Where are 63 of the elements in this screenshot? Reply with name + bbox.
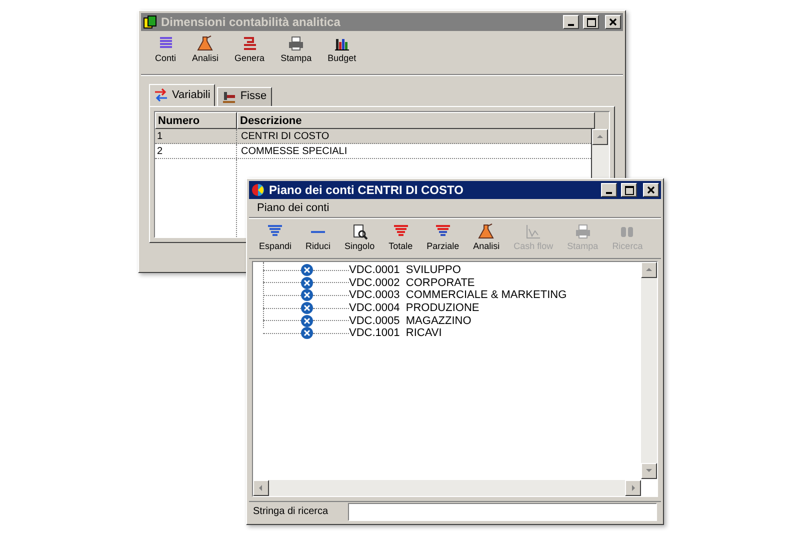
printer-icon (574, 223, 592, 240)
toolbar-button[interactable]: Totale (386, 223, 415, 254)
close-icon (609, 18, 617, 26)
scroll-button[interactable] (625, 480, 641, 496)
tool-icon (222, 90, 236, 104)
toolbar-button[interactable]: Espandi (257, 223, 294, 254)
tab[interactable]: Fisse (217, 86, 272, 106)
minimize-button[interactable] (563, 15, 579, 29)
scrollbar[interactable] (641, 262, 657, 479)
node-icon (301, 327, 313, 340)
maximize-icon (586, 18, 596, 26)
tree-item[interactable]: VDC.0005 MAGAZZINO (349, 314, 472, 327)
toolbar-button[interactable]: Stampa (278, 35, 314, 66)
close-button[interactable] (643, 183, 659, 197)
node-icon (301, 289, 313, 302)
toolbar-button[interactable]: Analisi (190, 35, 221, 66)
maximize-button[interactable] (583, 15, 599, 29)
close-icon (647, 186, 655, 194)
toolbar-button[interactable]: Conti (153, 35, 178, 66)
flask-icon (196, 35, 214, 52)
menu-item[interactable]: Piano dei conti (257, 200, 330, 216)
toolbar-button[interactable]: Singolo (342, 223, 377, 254)
node-icon (301, 264, 313, 276)
table-cell: 1 (155, 128, 237, 142)
toolbar-button[interactable]: Genera (232, 35, 267, 66)
scrollbar[interactable] (253, 480, 641, 496)
maximize-button[interactable] (621, 183, 637, 197)
scroll-button[interactable] (592, 128, 608, 144)
window-title: Dimensioni contabilità analitica (161, 14, 342, 31)
field-label: Stringa di ricerca (253, 505, 328, 520)
search-field[interactable] (348, 502, 657, 521)
scrollbar[interactable] (591, 128, 609, 180)
tree-item[interactable]: VDC.0002 CORPORATE (349, 276, 475, 289)
node-icon (301, 302, 313, 314)
scroll-button[interactable] (641, 262, 657, 278)
app-icon (251, 183, 265, 197)
scroll-button[interactable] (641, 462, 657, 479)
tree-item[interactable]: VDC.1001 RICAVI (349, 327, 442, 340)
minimize-button[interactable] (601, 183, 617, 197)
close-button[interactable] (605, 15, 621, 29)
tree-item[interactable]: VDC.0003 COMMERCIALE & MARKETING (349, 289, 567, 302)
node-icon (301, 314, 313, 327)
tree-item[interactable]: VDC.0001 SVILUPPO (349, 264, 461, 276)
flask-icon (477, 223, 496, 240)
toolbar-button[interactable]: Riduci (304, 223, 333, 254)
magnifier-icon (350, 223, 369, 240)
toolbar-button[interactable]: Analisi (471, 223, 502, 254)
column-header[interactable]: Descrizione (237, 112, 595, 128)
toolbar-button[interactable]: Parziale (424, 223, 462, 254)
swap-arrows-icon (154, 88, 168, 102)
minus-icon (311, 230, 326, 233)
column-header[interactable]: Numero (155, 112, 237, 128)
window-title: Piano dei conti CENTRI DI COSTO (269, 182, 464, 199)
printer-icon (287, 35, 306, 52)
maximize-icon (624, 186, 634, 194)
tab[interactable]: Variabili (149, 84, 216, 106)
table-cell: 2 (155, 144, 237, 158)
node-icon (301, 276, 313, 289)
tree-item[interactable]: VDC.0004 PRODUZIONE (349, 302, 480, 314)
scroll-button[interactable] (253, 480, 269, 496)
app-icon (143, 15, 157, 29)
chart-icon (524, 223, 542, 240)
toolbar-button[interactable]: Budget (326, 35, 358, 66)
